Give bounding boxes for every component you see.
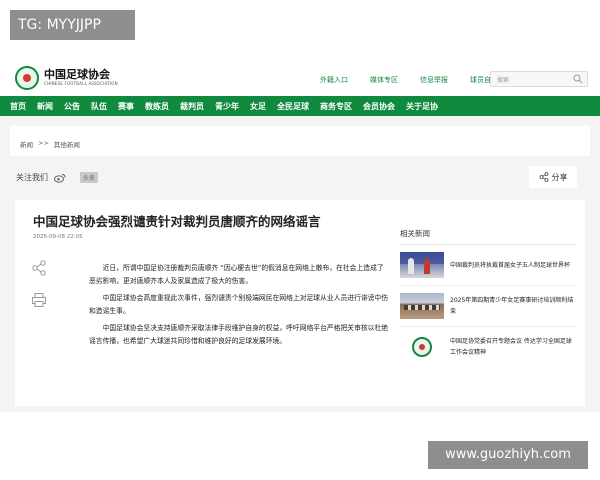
- breadcrumb-box: 新闻 >> 其他新闻: [10, 126, 590, 156]
- logo-english-text: CHINESE FOOTBALL ASSOCIATION: [44, 81, 118, 86]
- quick-link-foreign[interactable]: 外籍入口: [320, 75, 348, 85]
- related-thumbnail[interactable]: [400, 252, 444, 278]
- related-news-item[interactable]: 中国裁判员将执裁首届女子五人制足球世界杯: [400, 245, 576, 286]
- weibo-icon[interactable]: [54, 173, 66, 183]
- related-news-item[interactable]: 2025年第四期青少年女足赛事研讨培训顺利结束: [400, 286, 576, 327]
- cfa-emblem-icon: [15, 66, 39, 90]
- nav-item-about[interactable]: 关于足协: [395, 101, 438, 112]
- related-news-text[interactable]: 中国足协党委召开专题会议 传达学习全国足球工作会议精神: [450, 336, 576, 358]
- nav-item-home[interactable]: 首页: [0, 101, 26, 112]
- article-title: 中国足球协会强烈谴责针对裁判员唐顺齐的网络谣言: [33, 214, 321, 229]
- related-thumbnail[interactable]: [400, 334, 444, 360]
- breadcrumb: 新闻 >> 其他新闻: [20, 139, 80, 149]
- logo-chinese-text: 中国足球协会: [44, 68, 110, 81]
- toutiao-badge[interactable]: 头条: [80, 172, 99, 183]
- related-news-item[interactable]: 中国足协党委召开专题会议 传达学习全国足球工作会议精神: [400, 327, 576, 367]
- search-placeholder: 搜索: [497, 77, 510, 84]
- nav-item-business[interactable]: 商务专区: [309, 101, 352, 112]
- share-bar: 关注我们 头条: [0, 160, 600, 192]
- nav-item-news[interactable]: 新闻: [26, 101, 53, 112]
- site-logo[interactable]: 中国足球协会 CHINESE FOOTBALL ASSOCIATION: [15, 66, 118, 90]
- breadcrumb-separator: >>: [38, 139, 49, 147]
- main-nav: 首页 新闻 公告 队伍 赛事 教练员 裁判员 青少年 女足 全民足球 商务专区 …: [0, 96, 600, 116]
- article-body: 近日，所谓中国足协注册裁判员唐顺齐 “因心梗去世”的假消息在网络上散布，在社会上…: [89, 262, 389, 352]
- breadcrumb-news[interactable]: 新闻: [20, 139, 33, 149]
- article-paragraph: 中国足球协会坚决支持唐顺齐采取法律手段维护自身的权益，呼吁网络平台严格把关审核以…: [89, 324, 389, 345]
- nav-item-teams[interactable]: 队伍: [80, 101, 107, 112]
- article-date: 2025-09-08 22:05: [33, 234, 83, 240]
- article-paragraph: 近日，所谓中国足协注册裁判员唐顺齐 “因心梗去世”的假消息在网络上散布，在社会上…: [89, 264, 384, 285]
- nav-item-members[interactable]: 会员协会: [352, 101, 395, 112]
- related-news: 相关新闻 中国裁判员将执裁首届女子五人制足球世界杯 2025年第四期青少年女足赛…: [400, 228, 576, 367]
- article-card: 中国足球协会强烈谴责针对裁判员唐顺齐的网络谣言 2025-09-08 22:05…: [15, 200, 585, 406]
- site-header: 中国足球协会 CHINESE FOOTBALL ASSOCIATION 外籍入口…: [0, 60, 600, 96]
- side-share-icon[interactable]: [31, 260, 47, 276]
- page: TG: MYYJJPP 中国足球协会 CHINESE FOOTBALL ASSO…: [0, 0, 600, 480]
- nav-item-coaches[interactable]: 教练员: [134, 101, 169, 112]
- nav-item-referees[interactable]: 裁判员: [169, 101, 204, 112]
- watermark-url: www.guozhiyh.com: [428, 441, 588, 469]
- quick-links: 外籍入口 媒体专区 信息举报 球员自荐: [320, 75, 498, 85]
- search-icon[interactable]: [573, 74, 583, 84]
- nav-item-women[interactable]: 女足: [239, 101, 266, 112]
- related-news-text[interactable]: 中国裁判员将执裁首届女子五人制足球世界杯: [450, 260, 570, 271]
- breadcrumb-current[interactable]: 其他新闻: [54, 139, 80, 149]
- related-thumbnail[interactable]: [400, 293, 444, 319]
- article-paragraph: 中国足球协会高度重视此次事件，强烈谴责个别极端网民在网络上对足球从业人员进行诽谤…: [89, 294, 389, 315]
- follow-us-label: 关注我们: [16, 173, 48, 182]
- nav-item-grassroots[interactable]: 全民足球: [266, 101, 309, 112]
- related-news-title: 相关新闻: [400, 228, 576, 245]
- share-button[interactable]: 分享: [529, 166, 577, 188]
- nav-item-youth[interactable]: 青少年: [204, 101, 239, 112]
- search-input[interactable]: 搜索: [490, 71, 588, 87]
- quick-link-media[interactable]: 媒体专区: [370, 75, 398, 85]
- quick-link-report[interactable]: 信息举报: [420, 75, 448, 85]
- nav-item-notice[interactable]: 公告: [53, 101, 80, 112]
- share-icon: [539, 172, 548, 182]
- related-news-text[interactable]: 2025年第四期青少年女足赛事研讨培训顺利结束: [450, 295, 576, 317]
- cfa-emblem-icon: [412, 337, 432, 357]
- print-icon[interactable]: [31, 292, 47, 308]
- nav-item-matches[interactable]: 赛事: [107, 101, 134, 112]
- watermark-tag: TG: MYYJJPP: [10, 10, 135, 40]
- share-label: 分享: [551, 172, 568, 182]
